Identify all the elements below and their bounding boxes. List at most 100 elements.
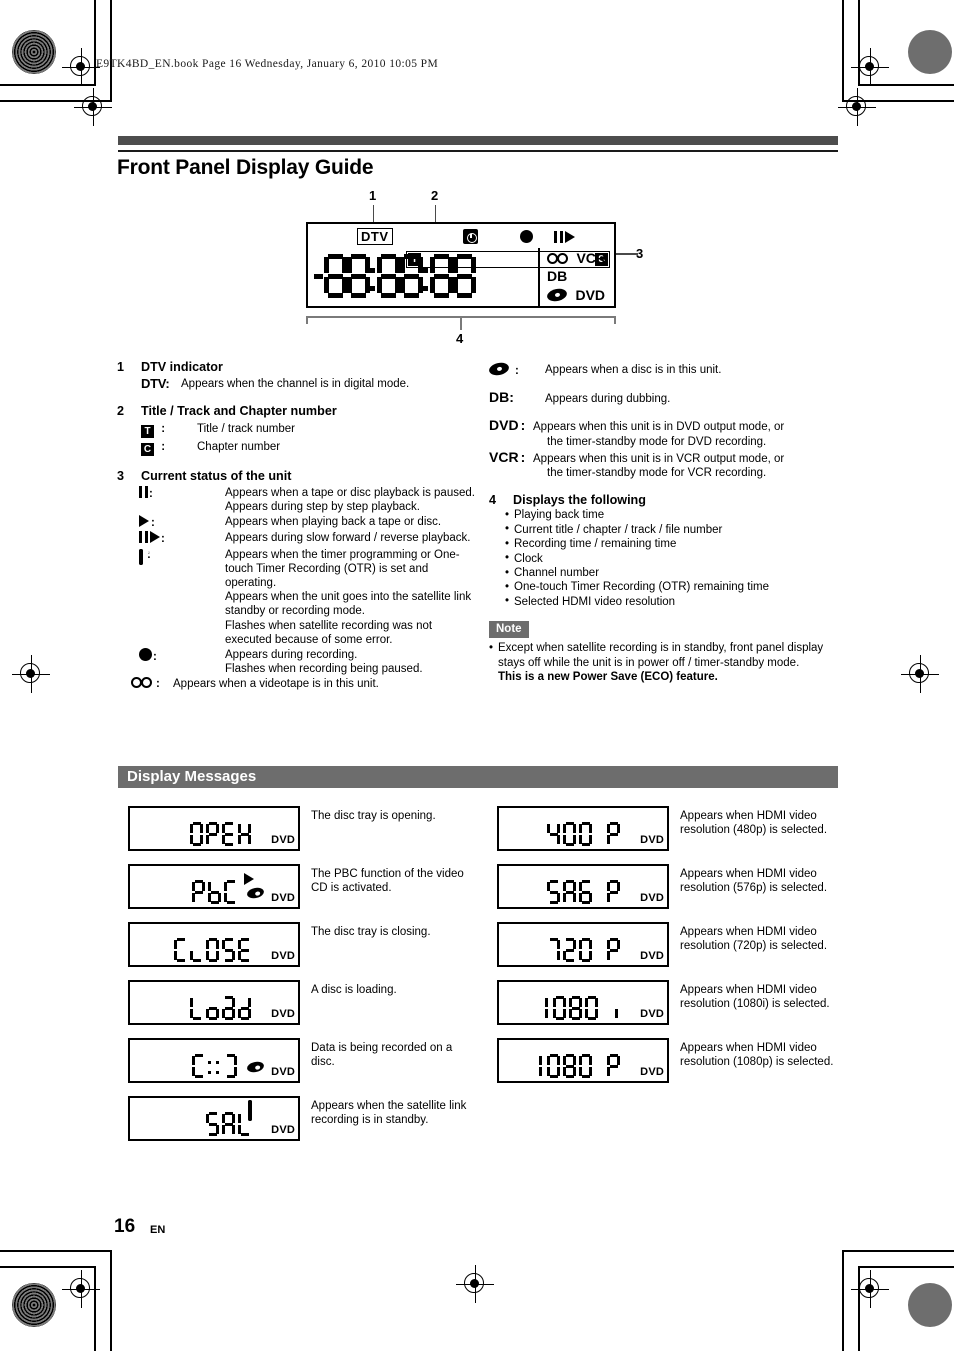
chapter-key: C : [141, 440, 197, 456]
section-4-heading: 4 Displays the following [489, 493, 839, 507]
segment-char [190, 938, 203, 962]
disc-key: : [487, 361, 545, 378]
message-description: Appears when HDMI video resolution (576p… [680, 868, 828, 895]
message-description: The PBC function of the video CD is acti… [311, 868, 464, 895]
colon: : [151, 517, 155, 530]
timer-clock-icon [139, 548, 143, 565]
segment-char [613, 996, 620, 1020]
lcd-dvd-tag: DVD [271, 1008, 295, 1020]
note-text: Except when satellite recording is in st… [498, 642, 824, 669]
message-description: Appears when HDMI video resolution (720p… [680, 926, 828, 953]
list-item: DVD The PBC function of the video CD is … [128, 864, 468, 909]
vcr-label: VCR [489, 448, 519, 465]
disc-desc: Appears when a disc is in this unit. [545, 364, 722, 376]
def-row: T : Title / track number [141, 422, 477, 438]
dvd-label: DVD [489, 417, 519, 434]
segment-char [579, 880, 592, 904]
colon: : [520, 417, 526, 434]
list-item: DVD The disc tray is opening. [128, 806, 468, 851]
segment-space [595, 822, 604, 846]
videotape-desc: Appears when a videotape is in this unit… [173, 678, 379, 691]
segment-char [563, 1054, 576, 1078]
segment-char [543, 996, 550, 1020]
slow-key: : [139, 531, 225, 546]
section-4-number: 4 [489, 493, 497, 508]
slow-desc: Appears during slow forward / reverse pl… [225, 532, 471, 545]
page-language: EN [150, 1224, 166, 1236]
list-item: One-touch Timer Recording (OTR) remainin… [505, 580, 839, 595]
lcd-preview: DVD [128, 1096, 300, 1141]
record-key: : [139, 648, 225, 676]
colon: : [161, 440, 166, 453]
left-column: 1 DTV indicator DTV: Appears when the ch… [117, 360, 477, 692]
colon: : [161, 422, 166, 435]
lcd-segments [547, 938, 623, 962]
colon: : [156, 678, 160, 691]
segment-char [206, 938, 219, 962]
timer-key: : [139, 548, 225, 647]
segment-digit [453, 254, 476, 298]
lcd-preview: DVD [497, 922, 669, 967]
note-tag: Note [489, 621, 529, 639]
pause-key: : [139, 485, 225, 514]
segment-char [206, 996, 219, 1020]
lcd-preview: DVD [128, 922, 300, 967]
def-row: C : Chapter number [141, 440, 477, 456]
segment-display [314, 254, 476, 303]
dvd-label: DVD [575, 287, 606, 303]
dvd-desc: Appears when this unit is in DVD output … [533, 421, 785, 448]
timer-desc: Appears when the timer programming or On… [225, 548, 472, 646]
segment-char [563, 938, 576, 962]
segment-char [222, 938, 235, 962]
section-3-list: : Appears when a tape or disc playback i… [131, 485, 477, 692]
list-item: DVD Data is being recorded on a disc. [128, 1038, 468, 1083]
segment-space [595, 1054, 604, 1078]
segment-colon [216, 1054, 221, 1078]
play-icon [139, 515, 149, 528]
pause-play-icon [554, 229, 575, 247]
segment-space [601, 996, 610, 1020]
list-item: DVD A disc is loading. [128, 980, 468, 1025]
list-item: Channel number [505, 566, 839, 581]
callout-1: 1 [369, 188, 377, 203]
dtv-desc: Appears when the channel is in digital m… [181, 378, 410, 391]
disc-icon [246, 1058, 265, 1076]
def-row-db: DB: Appears during dubbing. [489, 390, 839, 406]
segment-char [206, 1112, 219, 1136]
callout-4: 4 [456, 331, 464, 346]
pause-icon [139, 485, 148, 498]
play-icon [150, 531, 160, 544]
lcd-dvd-tag: DVD [640, 892, 664, 904]
lcd-preview: DVD [128, 1038, 300, 1083]
def-row: DTV: Appears when the channel is in digi… [141, 377, 477, 391]
segment-char [585, 996, 598, 1020]
segment-char [553, 996, 566, 1020]
def-row-videotape: : Appears when a videotape is in this un… [131, 677, 477, 691]
dtv-indicator: DTV [357, 228, 393, 245]
lcd-dvd-tag: DVD [271, 1124, 295, 1136]
db-key: DB: [489, 390, 545, 406]
display-messages-title: Display Messages [127, 768, 257, 785]
lcd-preview: DVD [128, 980, 300, 1025]
list-item: Current title / chapter / track / file n… [505, 522, 839, 537]
lcd-segments [547, 822, 623, 846]
section-1-list: DTV: Appears when the channel is in digi… [141, 377, 477, 391]
play-desc: Appears when playing back a tape or disc… [225, 516, 442, 529]
segment-char [607, 938, 620, 962]
list-item: DVD Appears when HDMI video resolution (… [497, 806, 842, 851]
section-3-number: 3 [117, 468, 125, 483]
lcd-dvd-tag: DVD [640, 950, 664, 962]
videotape-key: : [131, 677, 173, 691]
videotape-icon [131, 677, 153, 689]
panel-outline: DTV T C VCR DB DVD [306, 222, 616, 308]
lcd-preview: DVD [497, 806, 669, 851]
segment-char [607, 1054, 620, 1078]
def-row-timer: : Appears when the timer programming or … [139, 548, 477, 647]
db-label: DB [489, 389, 510, 406]
list-item: DVD Appears when HDMI video resolution (… [497, 980, 842, 1025]
segment-char [222, 1112, 235, 1136]
lcd-preview: DVD [128, 806, 300, 851]
lcd-dvd-tag: DVD [640, 834, 664, 846]
colon: : [520, 448, 526, 465]
page-number: 16 [114, 1216, 136, 1237]
